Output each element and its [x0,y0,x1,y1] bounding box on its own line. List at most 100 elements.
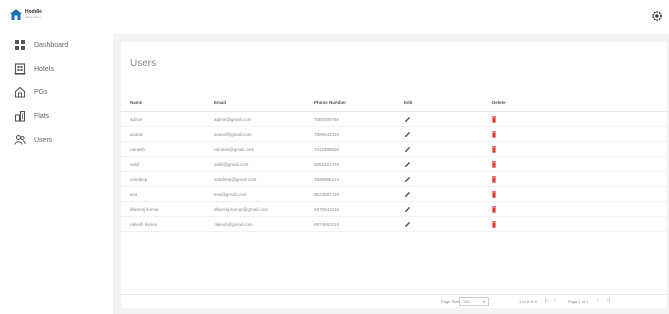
table-row: sahil sahil@gmail.com 9856321470 [121,157,667,172]
hotel-icon [14,63,26,75]
edit-cell [404,202,424,216]
last-page-icon[interactable]: ›| [607,298,610,304]
cell-name: sandeep [130,176,148,182]
cell-name: anand [130,131,143,137]
cell-phone: 7412589630 [314,146,340,152]
edit-cell [404,172,424,186]
table-row: admin admin@gmail.com 7000000750 [121,112,667,127]
pencil-icon[interactable] [404,131,411,138]
cell-email: sahil@gmail.com [214,161,249,167]
pencil-icon[interactable] [404,191,411,198]
first-page-icon[interactable]: |‹ [545,298,548,304]
sidebar-item-flats[interactable]: Flats [14,109,49,123]
delete-cell [492,202,522,216]
table-row: rakesh kumar rakesh@gmail.com 9874563210 [121,217,667,232]
page-title: Users [130,58,157,69]
cell-phone: 9874563210 [314,221,340,227]
cell-name: test [130,191,138,197]
sidebar-item-label: Flats [34,112,50,120]
page-size-select[interactable]: 100 ▾ [459,297,489,306]
users-icon [14,134,26,145]
sidebar-item-pgs[interactable]: PGs [14,85,48,99]
trash-icon[interactable] [492,220,496,228]
delete-cell [492,142,522,156]
trash-icon[interactable] [492,175,496,183]
cell-phone: 9876543210 [314,206,340,212]
pencil-icon[interactable] [404,161,411,168]
page-size-value: 100 [463,299,470,304]
cell-name: dheeraj kumar [130,206,159,212]
dashboard-icon [15,40,25,50]
table-row: dheeraj kumar dheeraj.kumar@gmail.com 9876… [121,202,667,217]
cell-phone: 9856321470 [314,161,340,167]
table-row: anand anand@gmail.com 7896542310 [121,127,667,142]
sidebar-item-hotels[interactable]: Hotels [14,62,54,76]
sidebar-item-users[interactable]: Users [14,133,52,147]
pencil-icon[interactable] [404,206,411,213]
delete-cell [492,217,522,231]
cell-email: ramesh@gmail.com [214,146,255,152]
edit-cell [404,142,424,156]
column-header-phone[interactable]: Phone Number [314,94,394,111]
trash-icon[interactable] [492,205,496,213]
sidebar-item-label: Dashboard [34,41,69,49]
page-size-label: Page Size: [441,299,461,304]
column-header-delete[interactable]: Delete [492,94,522,111]
delete-cell [492,112,522,126]
sidebar: Dashboard Hotels PGs Flats Users [0,34,113,314]
chevron-down-icon: ▾ [482,299,485,304]
cell-name: admin [130,116,143,122]
pagination-bar: Page Size: 100 ▾ 1 to 8 of 8 |‹ ‹ Page 1… [121,294,667,308]
cell-phone: 7536985214 [314,176,340,182]
sidebar-item-dashboard[interactable]: Dashboard [14,38,68,52]
trash-icon[interactable] [492,190,496,198]
trash-icon[interactable] [492,115,496,123]
logo-subtitle: hotel admin [25,14,41,19]
delete-cell [492,157,522,171]
edit-cell [404,217,424,231]
edit-cell [404,127,424,141]
cell-phone: 7896542310 [314,131,340,137]
column-header-edit[interactable]: Edit [404,94,424,111]
cell-name: ramesh [130,146,146,152]
cell-phone: 8523697410 [314,191,340,197]
cell-name: sahil [130,161,140,167]
cell-email: test@gmail.com [214,191,247,197]
table-row: test test@gmail.com 8523697410 [121,187,667,202]
edit-cell [404,112,424,126]
cell-phone: 7000000750 [314,116,340,122]
table-row: sandeep sandeep@gmail.com 7536985214 [121,172,667,187]
cell-email: rakesh@gmail.com [214,221,253,227]
cell-name: rakesh kumar [130,221,158,227]
cell-email: anand@gmail.com [214,131,252,137]
delete-cell [492,172,522,186]
house-logo-icon [10,9,22,20]
table-row: ramesh ramesh@gmail.com 7412589630 [121,142,667,157]
settings-gear-icon[interactable] [651,10,663,22]
column-header-name[interactable]: Name [130,94,210,111]
trash-icon[interactable] [492,145,496,153]
trash-icon[interactable] [492,130,496,138]
app-logo[interactable]: Hoddle hotel admin [10,9,42,20]
sidebar-item-label: Hotels [34,65,54,73]
cell-email: sandeep@gmail.com [214,176,257,182]
users-card: Users Name Email Phone Number Edit Delet… [121,42,667,308]
pencil-icon[interactable] [404,146,411,153]
next-page-icon[interactable]: › [597,298,599,304]
page-indicator: Page 1 of 1 [568,299,589,304]
prev-page-icon[interactable]: ‹ [554,298,556,304]
delete-cell [492,187,522,201]
delete-cell [492,127,522,141]
trash-icon[interactable] [492,160,496,168]
pg-icon [14,86,26,98]
sidebar-item-label: Users [34,136,53,144]
pencil-icon[interactable] [404,116,411,123]
top-bar: Hoddle hotel admin [0,0,669,34]
pencil-icon[interactable] [404,176,411,183]
column-header-email[interactable]: Email [214,94,306,111]
sidebar-item-label: PGs [34,88,48,96]
table-header: Name Email Phone Number Edit Delete [121,94,667,112]
cell-email: admin@gmail.com [214,116,252,122]
pencil-icon[interactable] [404,221,411,228]
users-table: Name Email Phone Number Edit Delete admi… [121,94,667,232]
